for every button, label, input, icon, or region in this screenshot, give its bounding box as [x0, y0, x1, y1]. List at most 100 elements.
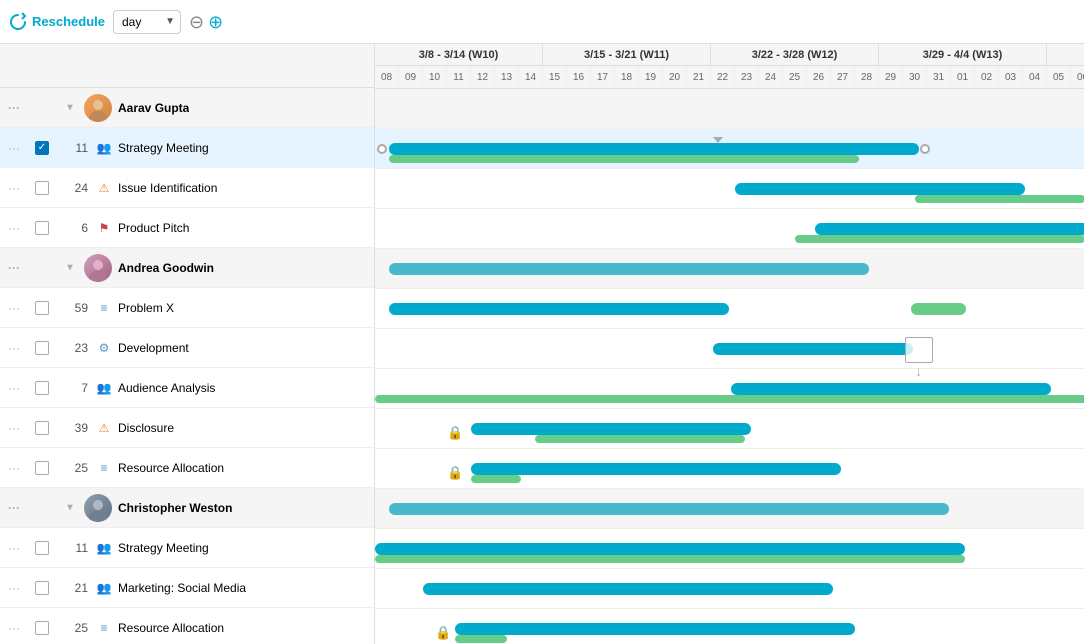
collapse-button[interactable]: ▾: [67, 262, 72, 273]
gantt-bar-blue[interactable]: [389, 503, 949, 515]
task-checkbox[interactable]: [35, 341, 49, 355]
gantt-task-row: ↓: [375, 329, 1084, 369]
task-label: Strategy Meeting: [118, 541, 209, 555]
dots-menu[interactable]: ···: [0, 541, 28, 555]
reschedule-button[interactable]: Reschedule: [8, 12, 105, 32]
check-col[interactable]: [28, 581, 56, 595]
gantt-bar-blue[interactable]: [423, 583, 833, 595]
gantt-header: 3/8 - 3/14 (W10) 3/15 - 3/21 (W11) 3/22 …: [375, 44, 1084, 89]
milestone-triangle: [713, 137, 723, 143]
day-cell: 20: [663, 66, 687, 88]
gantt-bar-blue[interactable]: [455, 623, 855, 635]
check-col[interactable]: [28, 341, 56, 355]
dots-menu[interactable]: ···: [0, 461, 28, 475]
day-cell: 18: [615, 66, 639, 88]
day-cell: 29: [879, 66, 903, 88]
dots-menu[interactable]: ···: [0, 341, 28, 355]
dots-menu[interactable]: ···: [0, 141, 28, 155]
task-label: Audience Analysis: [118, 381, 215, 395]
week-cell: 3/8 - 3/14 (W10): [375, 44, 543, 65]
dots-menu[interactable]: ···: [0, 421, 28, 435]
task-row: ··· 6 ⚑ Product Pitch: [0, 208, 374, 248]
task-checkbox[interactable]: [35, 541, 49, 555]
collapse-col: ▾: [56, 102, 84, 113]
gantt-bar-blue[interactable]: [471, 423, 751, 435]
check-col[interactable]: [28, 301, 56, 315]
task-name-col: 👥 Audience Analysis: [96, 380, 374, 396]
gantt-bar-green[interactable]: [455, 635, 507, 643]
gantt-bar-blue[interactable]: [389, 303, 729, 315]
collapse-button[interactable]: ▾: [67, 502, 72, 513]
day-cell: 27: [831, 66, 855, 88]
group-icon: 👥: [96, 140, 112, 156]
check-col[interactable]: [28, 421, 56, 435]
dots-menu[interactable]: ···: [0, 581, 28, 595]
gantt-bar-blue[interactable]: [735, 183, 1025, 195]
check-col[interactable]: [28, 181, 56, 195]
gantt-bar-green[interactable]: [375, 555, 965, 563]
gantt-bar-blue[interactable]: [713, 343, 913, 355]
list-icon: ≡: [96, 300, 112, 316]
dots-menu[interactable]: ···: [0, 301, 28, 315]
gantt-bar-green[interactable]: [535, 435, 745, 443]
dots-menu[interactable]: ···: [0, 261, 28, 275]
task-checkbox[interactable]: [35, 421, 49, 435]
gantt-bar-green[interactable]: [795, 235, 1084, 243]
task-checkbox[interactable]: [35, 301, 49, 315]
nav-prev-button[interactable]: ⊖: [189, 13, 204, 31]
gantt-bar-blue[interactable]: [389, 143, 919, 155]
dots-menu[interactable]: ···: [0, 181, 28, 195]
check-col[interactable]: [28, 541, 56, 555]
day-cell: 13: [495, 66, 519, 88]
check-col[interactable]: [28, 141, 56, 155]
task-checkbox[interactable]: [35, 381, 49, 395]
dots-menu[interactable]: ···: [0, 381, 28, 395]
gantt-bar-blue[interactable]: [375, 543, 965, 555]
day-select[interactable]: day week month: [113, 10, 181, 34]
alert-icon: ⚠: [96, 420, 112, 436]
check-col[interactable]: [28, 461, 56, 475]
gantt-bar-blue[interactable]: [389, 263, 869, 275]
task-name-col: 👥 Strategy Meeting: [96, 140, 374, 156]
view-selector[interactable]: day week month ▼: [113, 10, 181, 34]
gantt-bar-green[interactable]: [389, 155, 859, 163]
day-cell: 22: [711, 66, 735, 88]
task-checkbox[interactable]: [35, 181, 49, 195]
task-checkbox[interactable]: [35, 461, 49, 475]
group-label: Aarav Gupta: [118, 101, 189, 115]
task-name-col: ⚙ Development: [96, 340, 374, 356]
task-row: ··· 11 👥 Strategy Meeting: [0, 128, 374, 168]
gantt-bar-green[interactable]: [915, 195, 1084, 203]
task-label: Disclosure: [118, 421, 174, 435]
task-row: ··· 24 ⚠ Issue Identification: [0, 168, 374, 208]
task-checkbox[interactable]: [35, 221, 49, 235]
gantt-bar-blue[interactable]: [815, 223, 1084, 235]
dots-menu[interactable]: ···: [0, 501, 28, 515]
day-cell: 09: [399, 66, 423, 88]
gantt-task-row: [375, 289, 1084, 329]
task-checkbox[interactable]: [35, 581, 49, 595]
task-label: Development: [118, 341, 189, 355]
task-id: 59: [56, 301, 96, 315]
gantt-bar-green[interactable]: [911, 303, 966, 315]
check-col[interactable]: [28, 221, 56, 235]
task-name-col: ⚠ Issue Identification: [96, 180, 374, 196]
dots-menu[interactable]: ···: [0, 221, 28, 235]
dots-menu[interactable]: ···: [0, 101, 28, 115]
day-cell: 16: [567, 66, 591, 88]
collapse-button[interactable]: ▾: [67, 102, 72, 113]
task-checkbox[interactable]: [35, 141, 49, 155]
gantt-bar-green[interactable]: [471, 475, 521, 483]
check-col[interactable]: [28, 621, 56, 635]
gantt-bar-green[interactable]: [375, 395, 1084, 403]
gantt-bar-blue[interactable]: [731, 383, 1051, 395]
gantt-bar-blue[interactable]: [471, 463, 841, 475]
task-checkbox[interactable]: [35, 621, 49, 635]
nav-next-button[interactable]: ⊕: [208, 13, 223, 31]
check-col[interactable]: [28, 381, 56, 395]
day-cell: 08: [375, 66, 399, 88]
group-icon: 👥: [96, 380, 112, 396]
dots-menu[interactable]: ···: [0, 621, 28, 635]
day-cell: 03: [999, 66, 1023, 88]
task-row: ··· 25 ≡ Resource Allocation: [0, 448, 374, 488]
